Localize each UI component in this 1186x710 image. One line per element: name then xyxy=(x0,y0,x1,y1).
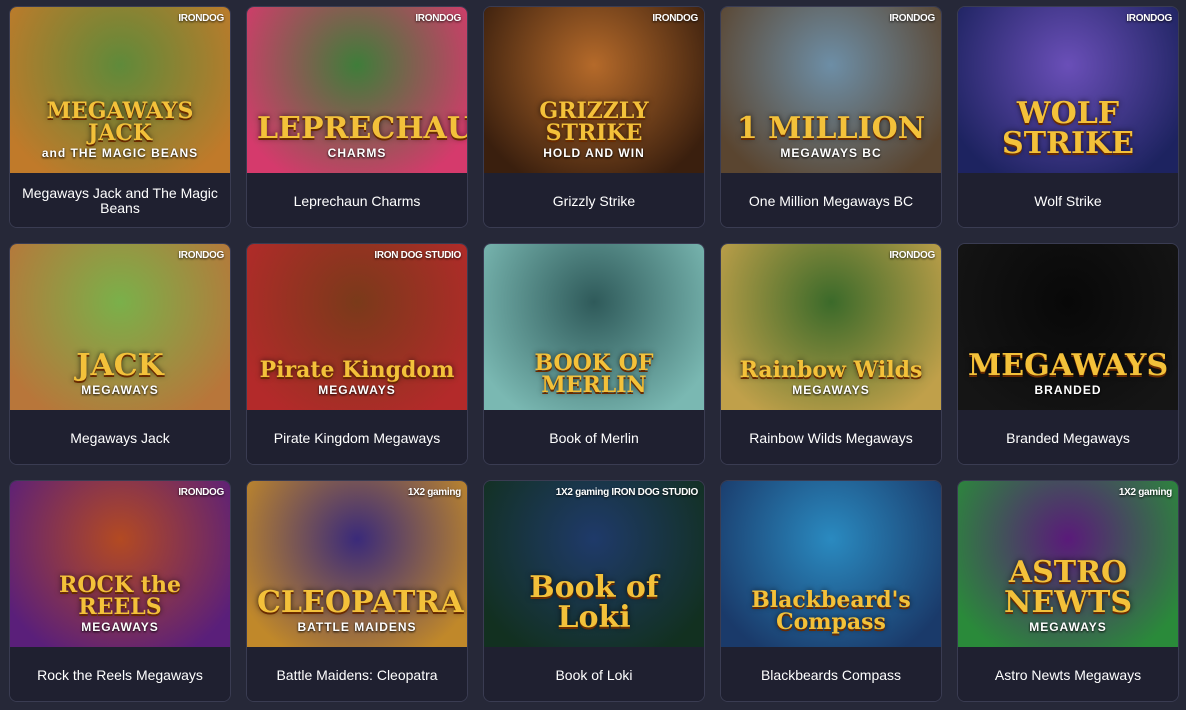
game-title[interactable]: Rainbow Wilds Megaways xyxy=(721,410,941,464)
game-logo-title: Blackbeard's Compass xyxy=(751,587,911,635)
game-thumbnail[interactable]: IRONDOG MEGAWAYS JACK and THE MAGIC BEANS xyxy=(10,7,230,173)
game-logo: LEPRECHAUNCHARMS xyxy=(247,111,467,160)
game-title[interactable]: Wolf Strike xyxy=(958,173,1178,227)
provider-logo: 1X2 gaming xyxy=(407,487,461,498)
game-logo: GRIZZLY STRIKE HOLD AND WIN xyxy=(484,100,704,159)
game-logo: Book of Loki xyxy=(484,573,704,633)
game-logo-title: CLEOPATRA xyxy=(257,585,464,620)
game-logo: 1 MILLION MEGAWAYS BC xyxy=(721,111,941,160)
game-logo-title: 1 MILLION xyxy=(736,111,926,146)
game-title[interactable]: One Million Megaways BC xyxy=(721,173,941,227)
game-thumbnail[interactable]: 1X2 gaming ASTRO NEWTS MEGAWAYS xyxy=(958,481,1178,647)
game-logo-title: Pirate Kingdom xyxy=(259,357,455,383)
game-logo: Rainbow Wilds MEGAWAYS xyxy=(721,359,941,396)
game-title[interactable]: Rock the Reels Megaways xyxy=(10,647,230,701)
game-thumbnail[interactable]: MEGAWAYS BRANDED xyxy=(958,244,1178,410)
game-logo-title: Book of Loki xyxy=(529,570,659,635)
game-logo-subtitle: BATTLE MAIDENS xyxy=(297,620,417,634)
game-title[interactable]: Blackbeards Compass xyxy=(721,647,941,701)
game-card[interactable]: BOOK OF MERLIN Book of Merlin xyxy=(483,243,705,465)
provider-logo: IRONDOG xyxy=(178,250,224,261)
game-logo-subtitle: BRANDED xyxy=(1034,383,1102,397)
game-title[interactable]: Astro Newts Megaways xyxy=(958,647,1178,701)
game-logo-title: ASTRO NEWTS xyxy=(1004,555,1132,620)
game-logo: BOOK OF MERLIN xyxy=(484,352,704,396)
game-title[interactable]: Branded Megaways xyxy=(958,410,1178,464)
game-logo: CLEOPATRA BATTLE MAIDENS xyxy=(247,585,467,634)
game-thumbnail[interactable]: IRONDOG 1 MILLION MEGAWAYS BC xyxy=(721,7,941,173)
game-logo-subtitle: MEGAWAYS xyxy=(1029,620,1107,634)
game-logo-title: MEGAWAYS xyxy=(968,348,1169,383)
game-logo-subtitle: and THE MAGIC BEANS xyxy=(41,146,199,160)
game-logo: Blackbeard's Compass xyxy=(721,589,941,633)
game-logo: ASTRO NEWTS MEGAWAYS xyxy=(958,555,1178,634)
game-logo-title: Rainbow Wilds xyxy=(739,357,923,383)
game-thumbnail[interactable]: IRONDOG JACK MEGAWAYS xyxy=(10,244,230,410)
game-logo-title: ROCK the REELS xyxy=(59,572,181,620)
game-card[interactable]: IRONDOG LEPRECHAUNCHARMS Leprechaun Charms xyxy=(246,6,468,228)
provider-logo: IRONDOG xyxy=(178,487,224,498)
game-title[interactable]: Book of Loki xyxy=(484,647,704,701)
provider-logo: IRONDOG xyxy=(1126,13,1172,24)
game-logo-subtitle: HOLD AND WIN xyxy=(543,146,645,160)
game-logo-subtitle: MEGAWAYS BC xyxy=(780,146,882,160)
provider-logo: 1X2 gaming xyxy=(1118,487,1172,498)
game-logo-title: JACK xyxy=(76,348,164,383)
game-logo: ROCK the REELS MEGAWAYS xyxy=(10,574,230,633)
game-logo-subtitle: MEGAWAYS xyxy=(81,620,159,634)
game-title[interactable]: Megaways Jack xyxy=(10,410,230,464)
game-logo-subtitle: CHARMS xyxy=(327,146,387,160)
game-logo: JACK MEGAWAYS xyxy=(10,348,230,397)
game-card[interactable]: MEGAWAYS BRANDED Branded Megaways xyxy=(957,243,1179,465)
game-card[interactable]: IRONDOG JACK MEGAWAYS Megaways Jack xyxy=(9,243,231,465)
game-title[interactable]: Battle Maidens: Cleopatra xyxy=(247,647,467,701)
game-card[interactable]: IRONDOG MEGAWAYS JACK and THE MAGIC BEANS M… xyxy=(9,6,231,228)
provider-logo: IRONDOG xyxy=(889,13,935,24)
game-card[interactable]: IRONDOG 1 MILLION MEGAWAYS BC One Million M… xyxy=(720,6,942,228)
game-logo: MEGAWAYS JACK and THE MAGIC BEANS xyxy=(10,100,230,159)
game-card[interactable]: 1X2 gaming CLEOPATRA BATTLE MAIDENS Battle … xyxy=(246,480,468,702)
game-card[interactable]: IRONDOG ROCK the REELS MEGAWAYS Rock the Re… xyxy=(9,480,231,702)
game-thumbnail[interactable]: Blackbeard's Compass xyxy=(721,481,941,647)
game-logo: Pirate Kingdom MEGAWAYS xyxy=(247,359,467,396)
game-card[interactable]: IRONDOG GRIZZLY STRIKE HOLD AND WIN Grizzly… xyxy=(483,6,705,228)
provider-logo: IRONDOG xyxy=(415,13,461,24)
game-logo-subtitle: MEGAWAYS xyxy=(318,383,396,397)
game-logo: MEGAWAYS BRANDED xyxy=(958,348,1178,397)
game-thumbnail[interactable]: IRON DOG STUDIO Pirate Kingdom MEGAWAYS xyxy=(247,244,467,410)
game-title[interactable]: Book of Merlin xyxy=(484,410,704,464)
game-logo-title: LEPRECHAUN xyxy=(257,111,467,146)
provider-logo: IRONDOG xyxy=(889,250,935,261)
game-thumbnail[interactable]: 1X2 gaming IRON DOG STUDIO Book of Loki xyxy=(484,481,704,647)
game-thumbnail[interactable]: IRONDOG WOLF STRIKE xyxy=(958,7,1178,173)
game-logo: WOLF STRIKE xyxy=(958,99,1178,159)
game-card[interactable]: Blackbeard's Compass Blackbeards Compass xyxy=(720,480,942,702)
game-card[interactable]: IRON DOG STUDIO Pirate Kingdom MEGAWAYS Pir… xyxy=(246,243,468,465)
game-logo-title: BOOK OF MERLIN xyxy=(534,350,654,398)
game-thumbnail[interactable]: 1X2 gaming CLEOPATRA BATTLE MAIDENS xyxy=(247,481,467,647)
provider-logo: IRONDOG xyxy=(178,13,224,24)
game-logo-title: WOLF STRIKE xyxy=(1002,96,1134,161)
game-title[interactable]: Megaways Jack and The Magic Beans xyxy=(10,173,230,227)
game-card[interactable]: 1X2 gaming ASTRO NEWTS MEGAWAYS Astro Newts… xyxy=(957,480,1179,702)
game-logo-title: MEGAWAYS JACK xyxy=(46,98,194,146)
provider-logo: 1X2 gaming IRON DOG STUDIO xyxy=(555,487,699,498)
game-thumbnail[interactable]: IRONDOG Rainbow Wilds MEGAWAYS xyxy=(721,244,941,410)
game-thumbnail[interactable]: IRONDOG GRIZZLY STRIKE HOLD AND WIN xyxy=(484,7,704,173)
game-thumbnail[interactable]: IRONDOG ROCK the REELS MEGAWAYS xyxy=(10,481,230,647)
game-card[interactable]: IRONDOG Rainbow Wilds MEGAWAYS Rainbow Wild… xyxy=(720,243,942,465)
game-thumbnail[interactable]: BOOK OF MERLIN xyxy=(484,244,704,410)
provider-logo: IRONDOG xyxy=(652,13,698,24)
game-title[interactable]: Grizzly Strike xyxy=(484,173,704,227)
game-title[interactable]: Leprechaun Charms xyxy=(247,173,467,227)
game-title[interactable]: Pirate Kingdom Megaways xyxy=(247,410,467,464)
game-grid: IRONDOG MEGAWAYS JACK and THE MAGIC BEANS M… xyxy=(9,6,1179,702)
provider-logo: IRON DOG STUDIO xyxy=(374,250,461,261)
game-card[interactable]: IRONDOG WOLF STRIKE Wolf Strike xyxy=(957,6,1179,228)
game-thumbnail[interactable]: IRONDOG LEPRECHAUNCHARMS xyxy=(247,7,467,173)
game-card[interactable]: 1X2 gaming IRON DOG STUDIO Book of Loki Bo… xyxy=(483,480,705,702)
game-logo-subtitle: MEGAWAYS xyxy=(792,383,870,397)
game-logo-title: GRIZZLY STRIKE xyxy=(539,98,649,146)
game-logo-subtitle: MEGAWAYS xyxy=(81,383,159,397)
